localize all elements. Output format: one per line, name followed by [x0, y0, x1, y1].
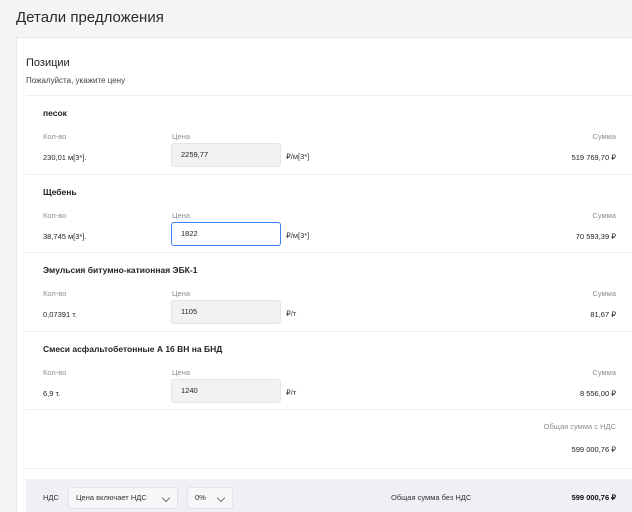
total-without-vat-label: Общая сумма без НДС: [391, 493, 472, 502]
total-with-vat-label: Общая сумма с НДС: [543, 422, 616, 431]
price-unit: ₽/м[3*]: [286, 231, 310, 240]
item-qty: 6,9 т.: [43, 389, 61, 398]
qty-label: Кол-во: [43, 132, 67, 141]
position-item: Смеси асфальтобетонные А 16 ВН на БНД Ко…: [17, 331, 632, 409]
item-name: Щебень: [43, 187, 77, 197]
vat-rate-select[interactable]: 0%: [187, 487, 233, 509]
position-item: песок Кол-во Цена Сумма 230,01 м[3*]. 22…: [17, 95, 632, 173]
price-input[interactable]: 2259,77: [171, 143, 281, 167]
price-unit: ₽/м[3*]: [286, 152, 310, 161]
section-subtitle: Пожалуйста, укажите цену: [26, 76, 126, 85]
page-title: Детали предложения: [16, 9, 164, 26]
sum-label: Сумма: [592, 289, 616, 298]
price-label: Цена: [172, 211, 191, 220]
vat-mode-select[interactable]: Цена включает НДС: [68, 487, 178, 509]
item-name: Эмульсия битумно-катионная ЭБК-1: [43, 265, 198, 275]
section-title: Позиции: [26, 57, 70, 69]
item-name: песок: [43, 108, 67, 118]
vat-label: НДС: [43, 493, 59, 502]
item-qty: 0,07391 т.: [43, 310, 77, 319]
item-sum: 8 556,00 ₽: [579, 389, 616, 398]
price-input[interactable]: 1105: [171, 300, 281, 324]
qty-label: Кол-во: [43, 211, 67, 220]
chevron-down-icon: [161, 493, 171, 503]
price-input-focused[interactable]: 1822: [171, 222, 281, 246]
position-item: Щебень Кол-во Цена Сумма 38,745 м[3*]. 1…: [17, 174, 632, 252]
price-label: Цена: [172, 289, 191, 298]
price-label: Цена: [172, 132, 191, 141]
chevron-down-icon: [216, 493, 226, 503]
total-without-vat-value: 599 000,76 ₽: [571, 493, 616, 502]
price-unit: ₽/т: [286, 309, 297, 318]
position-item: Эмульсия битумно-катионная ЭБК-1 Кол-во …: [17, 252, 632, 330]
divider: [26, 468, 632, 469]
sum-label: Сумма: [592, 368, 616, 377]
price-unit: ₽/т: [286, 388, 297, 397]
item-sum: 519 769,70 ₽: [571, 153, 616, 162]
item-sum: 81,67 ₽: [590, 310, 616, 319]
sum-label: Сумма: [592, 132, 616, 141]
vat-mode-value: Цена включает НДС: [76, 493, 147, 502]
qty-label: Кол-во: [43, 289, 67, 298]
price-label: Цена: [172, 368, 191, 377]
item-qty: 38,745 м[3*].: [43, 232, 87, 241]
item-sum: 70 593,39 ₽: [575, 232, 616, 241]
item-name: Смеси асфальтобетонные А 16 ВН на БНД: [43, 344, 223, 354]
price-input[interactable]: 1240: [171, 379, 281, 403]
vat-rate-value: 0%: [195, 493, 206, 502]
sum-label: Сумма: [592, 211, 616, 220]
total-with-vat-value: 599 000,76 ₽: [571, 445, 616, 454]
item-qty: 230,01 м[3*].: [43, 153, 87, 162]
qty-label: Кол-во: [43, 368, 67, 377]
positions-card: Позиции Пожалуйста, укажите цену песок К…: [16, 37, 632, 512]
vat-footer: НДС Цена включает НДС 0% Общая сумма без…: [26, 479, 632, 512]
divider: [26, 409, 632, 410]
